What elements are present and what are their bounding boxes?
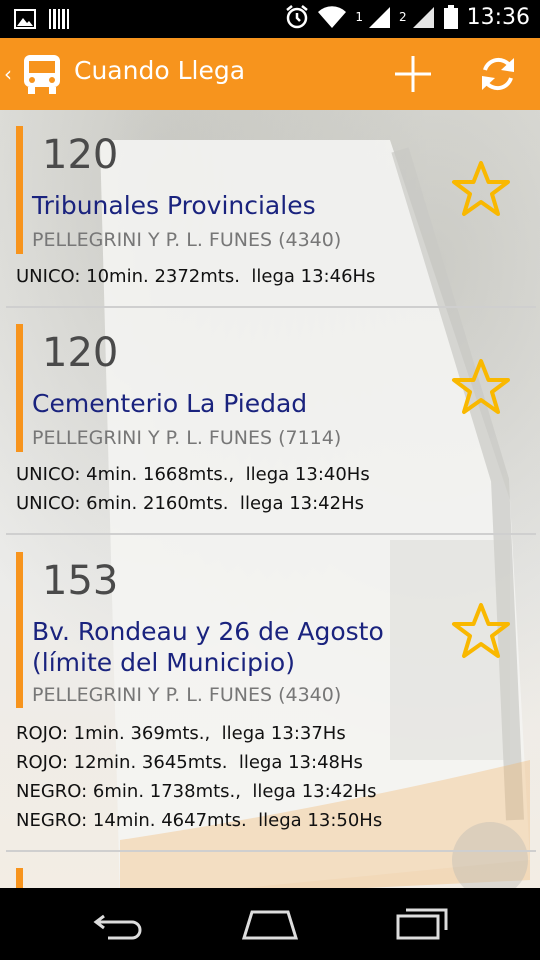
- clock: 13:36: [466, 4, 530, 30]
- arrival-line: NEGRO: 14min. 4647mts. llega 13:50Hs: [16, 810, 383, 831]
- signal-icon: [368, 7, 390, 28]
- divider: [6, 533, 536, 535]
- card-accent-bar: [16, 552, 23, 708]
- refresh-icon[interactable]: [476, 52, 520, 96]
- arrival-line: UNICO: 6min. 2160mts. llega 13:42Hs: [16, 493, 364, 514]
- action-bar: ‹ Cuando Llega: [0, 38, 540, 110]
- destination: Bv. Rondeau y 26 de Agosto (límite del M…: [32, 617, 384, 677]
- status-bar: 1 2 13:36: [0, 0, 540, 38]
- card-accent-bar: [16, 324, 23, 452]
- favorite-star-icon[interactable]: [450, 358, 512, 418]
- arrival-line: UNICO: 10min. 2372mts. llega 13:46Hs: [16, 266, 376, 287]
- wifi-icon: [318, 6, 347, 29]
- alarm-icon: [286, 5, 309, 29]
- signal-icon: [412, 7, 434, 28]
- destination: Tribunales Provinciales: [32, 191, 316, 220]
- barcode-icon: [49, 9, 69, 29]
- add-icon[interactable]: [391, 52, 435, 96]
- navigation-bar: [0, 888, 540, 960]
- arrival-line: UNICO: 4min. 1668mts., llega 13:40Hs: [16, 464, 370, 485]
- card-accent-bar: [16, 126, 23, 254]
- bus-list[interactable]: 120 Tribunales Provinciales PELLEGRINI Y…: [0, 110, 540, 888]
- route-number: 153: [42, 558, 119, 604]
- arrival-line: ROJO: 1min. 369mts., llega 13:37Hs: [16, 723, 346, 744]
- stop-name: PELLEGRINI Y P. L. FUNES (4340): [32, 684, 342, 706]
- recent-apps-icon[interactable]: [392, 902, 452, 942]
- up-caret-icon[interactable]: ‹: [4, 62, 12, 86]
- favorite-star-icon[interactable]: [450, 602, 512, 662]
- divider: [6, 850, 536, 852]
- sim2-label: 2: [398, 10, 407, 24]
- bus-logo-icon[interactable]: [22, 53, 62, 95]
- battery-icon: [443, 5, 458, 29]
- card-accent-bar: [16, 868, 23, 888]
- app-title: Cuando Llega: [74, 56, 246, 85]
- home-icon[interactable]: [240, 908, 300, 940]
- arrival-line: NEGRO: 6min. 1738mts., llega 13:42Hs: [16, 781, 377, 802]
- favorite-star-icon[interactable]: [450, 160, 512, 220]
- route-number: 120: [42, 330, 119, 376]
- back-icon[interactable]: [92, 910, 148, 940]
- image-icon: [14, 9, 36, 29]
- stop-name: PELLEGRINI Y P. L. FUNES (7114): [32, 427, 342, 449]
- destination: Cementerio La Piedad: [32, 389, 308, 418]
- route-number: 120: [42, 132, 119, 178]
- stop-name: PELLEGRINI Y P. L. FUNES (4340): [32, 229, 342, 251]
- divider: [6, 306, 536, 308]
- sim1-label: 1: [355, 10, 363, 24]
- arrival-line: ROJO: 12min. 3645mts. llega 13:48Hs: [16, 752, 363, 773]
